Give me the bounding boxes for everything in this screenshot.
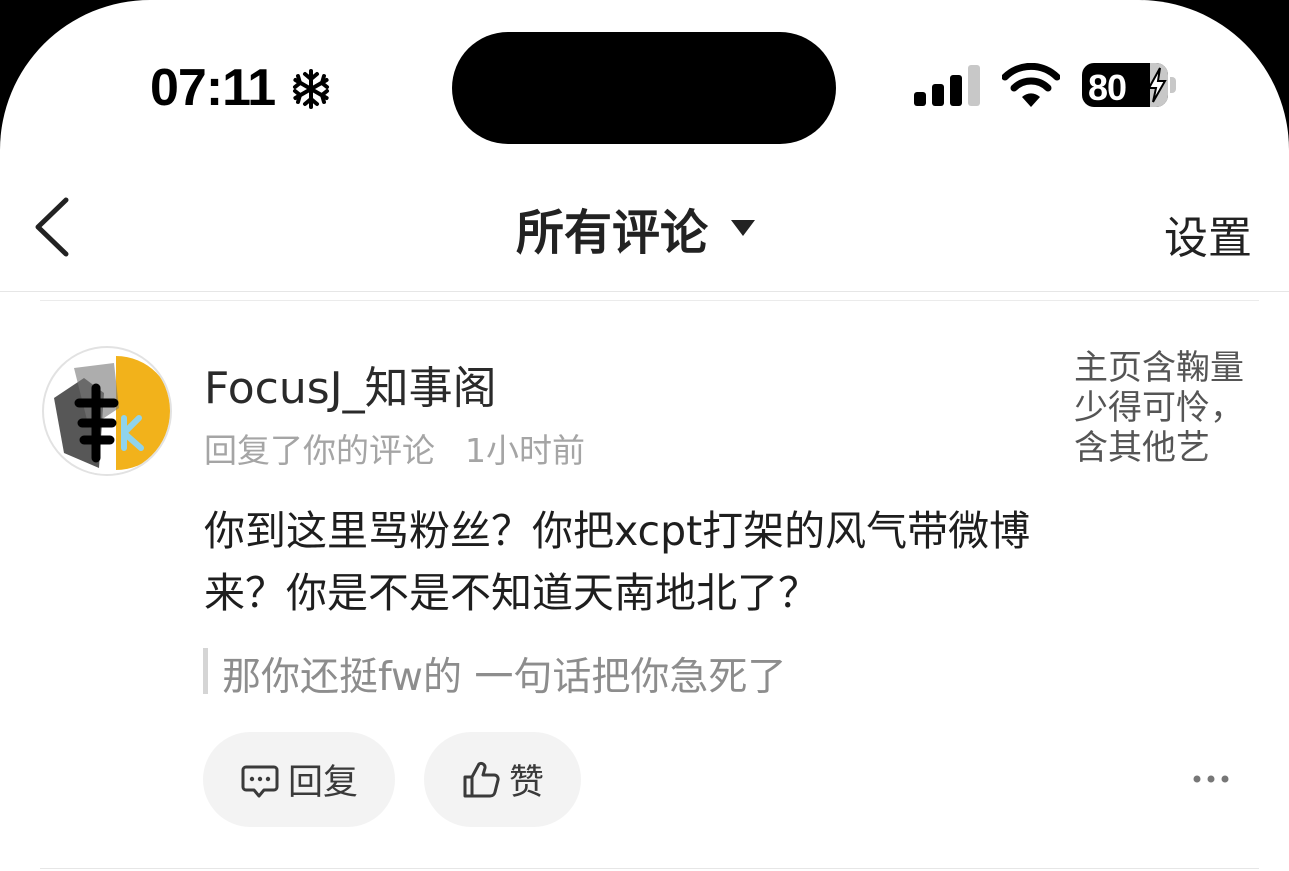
comment-action: 回复了你的评论 (204, 431, 435, 470)
screen: 07:11 80 所有评论 设置 FocusJ_知事阁 回复了你的评论 1小时前… (0, 0, 1289, 871)
snowflake-icon (293, 69, 329, 109)
back-icon[interactable] (30, 196, 74, 258)
divider (0, 291, 1289, 292)
comment-icon (241, 765, 279, 797)
charging-bolt-icon (1147, 67, 1167, 103)
avatar-image (46, 350, 170, 474)
comment-filter-dropdown[interactable]: 所有评论 (516, 196, 756, 261)
signal-icon (914, 65, 980, 106)
battery-level: 80 (1088, 67, 1127, 107)
like-button[interactable]: 赞 (424, 732, 581, 827)
reply-button[interactable]: 回复 (203, 732, 395, 827)
wifi-icon (1002, 63, 1060, 107)
divider (40, 868, 1259, 869)
divider (40, 300, 1259, 301)
reply-label: 回复 (287, 763, 358, 803)
username[interactable]: FocusJ_知事阁 (204, 352, 497, 416)
timestamp: 1小时前 (465, 431, 585, 470)
battery-cap (1170, 77, 1176, 93)
preview-fade (1200, 452, 1260, 472)
comment-meta: 回复了你的评论 1小时前 (204, 424, 585, 472)
settings-button[interactable]: 设置 (1164, 202, 1252, 266)
quote-bar (203, 648, 208, 694)
comment-text: 你到这里骂粉丝？你把xcpt打架的风气带微博来？你是不是不知道天南地北了？ (204, 507, 1031, 617)
more-icon[interactable] (1192, 770, 1230, 788)
quoted-comment[interactable]: 那你还挺fw的 一句话把你急死了 (222, 646, 786, 702)
status-time: 07:11 (150, 59, 276, 117)
post-preview[interactable]: 主页含鞠量少得可怜，含其他艺 (1074, 348, 1254, 468)
thumbs-up-icon (463, 761, 500, 797)
dynamic-island (452, 32, 836, 144)
page-title: 所有评论 (516, 205, 709, 261)
caret-down-icon (731, 220, 756, 236)
avatar[interactable] (42, 346, 172, 476)
like-label: 赞 (508, 763, 544, 803)
